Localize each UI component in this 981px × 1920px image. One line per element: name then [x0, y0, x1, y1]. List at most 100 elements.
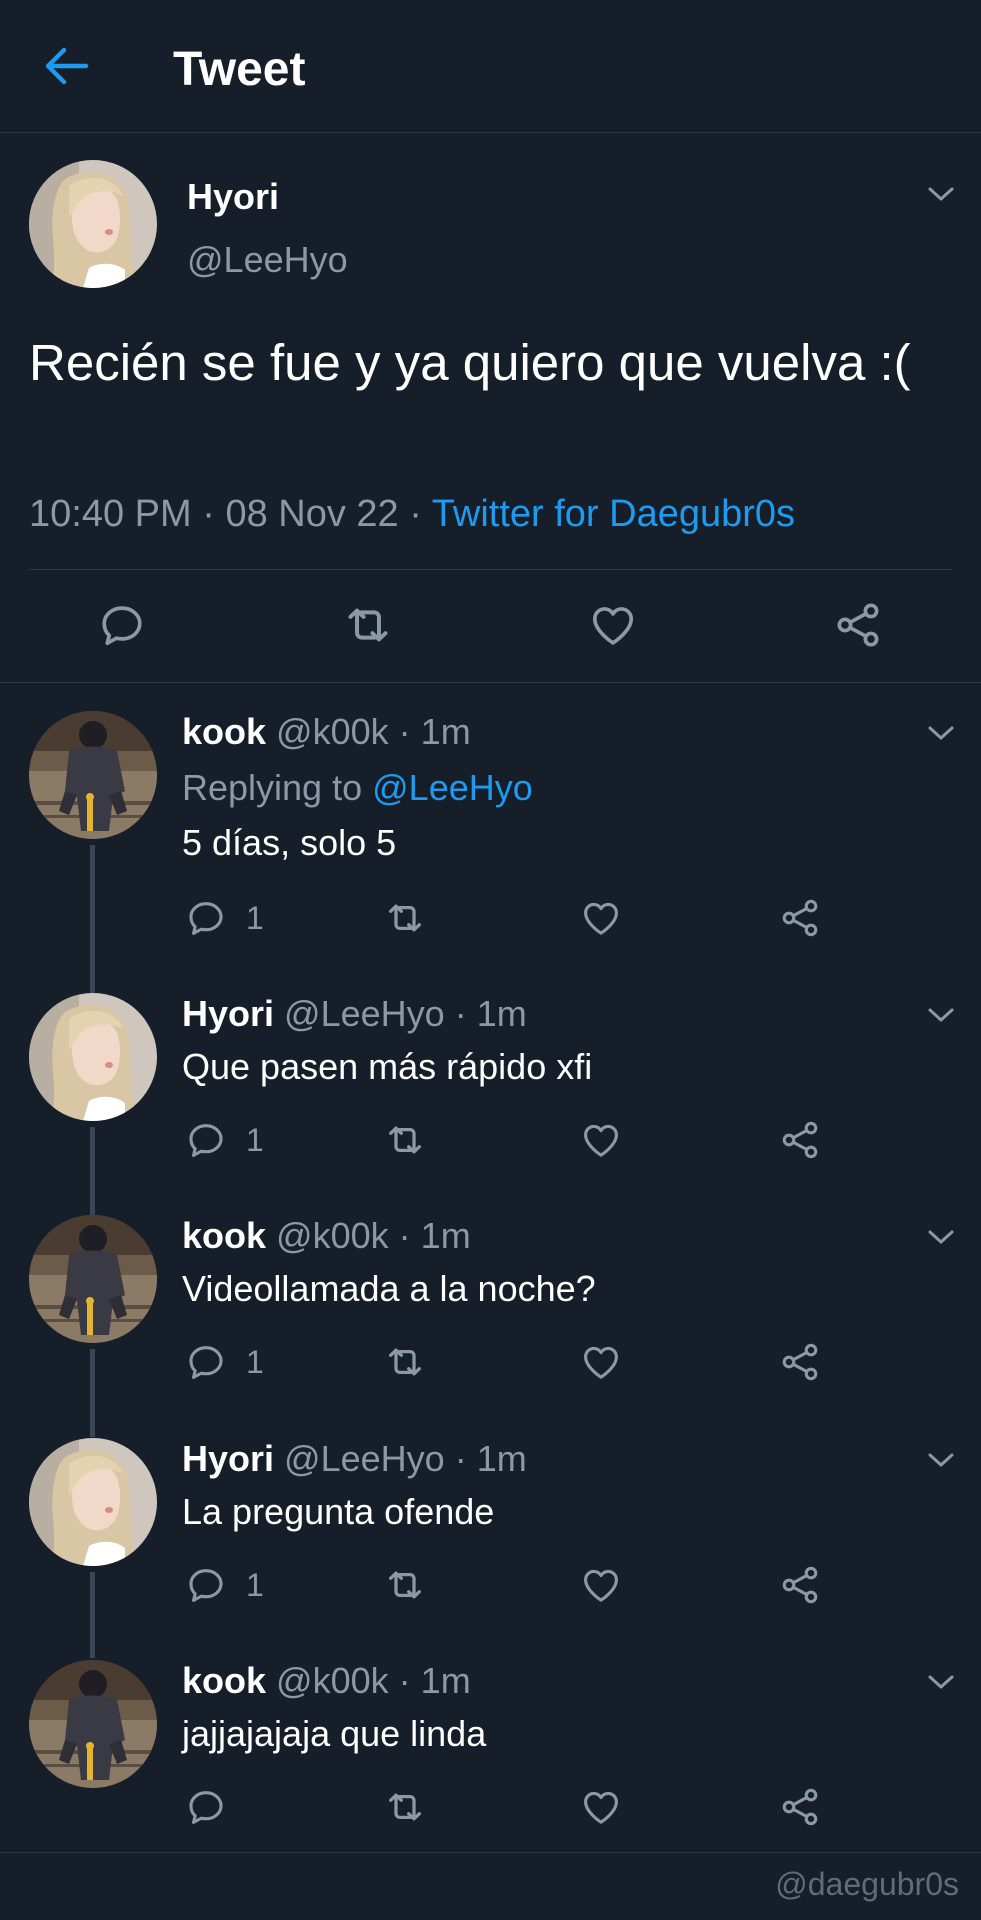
watermark: @daegubr0s: [775, 1866, 959, 1902]
reply-header: Hyori @LeeHyo · 1m: [182, 1438, 527, 1480]
divider: [0, 682, 981, 683]
reply-button[interactable]: [184, 1784, 228, 1830]
avatar[interactable]: [29, 1438, 157, 1566]
author-handle[interactable]: @k00k: [276, 1660, 389, 1701]
heart-icon: [579, 1784, 623, 1830]
reply-button[interactable]: 1: [184, 1562, 284, 1608]
avatar[interactable]: [29, 1215, 157, 1343]
share-button[interactable]: [778, 1784, 822, 1830]
back-button[interactable]: [42, 44, 90, 88]
chevron-down-icon: [926, 721, 956, 745]
share-icon: [778, 1562, 822, 1608]
like-button[interactable]: [579, 1784, 623, 1830]
share-button[interactable]: [832, 595, 884, 655]
tweet-text: Recién se fue y ya quiero que vuelva :(: [29, 334, 911, 391]
retweet-button[interactable]: [382, 1784, 428, 1830]
share-button[interactable]: [778, 1339, 822, 1385]
reply-actions: [0, 1784, 981, 1830]
avatar[interactable]: [29, 160, 157, 288]
reply-text: jajjajajaja que linda: [182, 1713, 487, 1754]
tweet-menu-button[interactable]: [926, 1670, 956, 1694]
author-handle[interactable]: @LeeHyo: [284, 1438, 445, 1479]
reply-count: 1: [246, 1344, 264, 1380]
author-handle[interactable]: @k00k: [276, 1215, 389, 1256]
chevron-down-icon: [926, 1225, 956, 1249]
reply-actions: 1: [0, 1562, 981, 1608]
share-icon: [778, 1784, 822, 1830]
like-button[interactable]: [579, 1562, 623, 1608]
retweet-icon: [382, 1784, 428, 1830]
share-button[interactable]: [778, 1562, 822, 1608]
reply-button[interactable]: 1: [184, 1117, 284, 1163]
tweet-menu-button[interactable]: [926, 1448, 956, 1472]
reply-button[interactable]: 1: [184, 895, 284, 941]
replying-to-link[interactable]: @LeeHyo: [372, 767, 533, 808]
chevron-down-icon: [926, 1448, 956, 1472]
avatar-image: [29, 711, 157, 839]
page-title: Tweet: [173, 43, 306, 96]
avatar-image: [29, 1438, 157, 1566]
reply-bubble-icon: [184, 1562, 228, 1608]
tweet-menu-button[interactable]: [926, 721, 956, 745]
meta-separator: ·: [454, 1438, 467, 1479]
reply-time: 1m: [420, 1215, 471, 1256]
meta-separator: ·: [202, 493, 215, 535]
chevron-down-icon: [926, 182, 956, 206]
reply-time: 1m: [420, 1660, 471, 1701]
reply-count: 1: [246, 1567, 264, 1603]
retweet-button[interactable]: [382, 1339, 428, 1385]
like-button[interactable]: [579, 895, 623, 941]
reply-header: kook @k00k · 1m: [182, 711, 471, 753]
author-name[interactable]: Hyori: [182, 1438, 274, 1479]
author-name[interactable]: Hyori: [187, 176, 279, 218]
tweet-menu-button[interactable]: [926, 1225, 956, 1249]
reply-button[interactable]: 1: [184, 1339, 284, 1385]
author-handle[interactable]: @LeeHyo: [187, 239, 348, 281]
reply-header: kook @k00k · 1m: [182, 1215, 471, 1257]
retweet-icon: [382, 895, 428, 941]
author-name[interactable]: kook: [182, 1660, 266, 1701]
reply-actions: 1: [0, 1117, 981, 1163]
tweet-menu-button[interactable]: [926, 182, 956, 206]
chevron-down-icon: [926, 1670, 956, 1694]
avatar-image: [29, 1215, 157, 1343]
share-icon: [778, 1117, 822, 1163]
avatar[interactable]: [29, 1660, 157, 1788]
tweet-source-link[interactable]: Twitter for Daegubr0s: [432, 493, 795, 535]
avatar[interactable]: [29, 993, 157, 1121]
reply-actions: 1: [0, 895, 981, 941]
author-name[interactable]: kook: [182, 711, 266, 752]
retweet-icon: [382, 1339, 428, 1385]
retweet-button[interactable]: [340, 595, 392, 655]
tweet-actions: [0, 595, 981, 655]
share-button[interactable]: [778, 895, 822, 941]
retweet-button[interactable]: [382, 1562, 428, 1608]
avatar[interactable]: [29, 711, 157, 839]
retweet-button[interactable]: [382, 895, 428, 941]
divider: [0, 1852, 981, 1853]
share-button[interactable]: [778, 1117, 822, 1163]
heart-icon: [579, 1339, 623, 1385]
author-handle[interactable]: @k00k: [276, 711, 389, 752]
like-button[interactable]: [579, 1117, 623, 1163]
like-button[interactable]: [587, 595, 639, 655]
author-name[interactable]: Hyori: [182, 993, 274, 1034]
reply-header: kook @k00k · 1m: [182, 1660, 471, 1702]
reply-button[interactable]: [96, 595, 148, 655]
reply-count: 1: [246, 900, 264, 936]
author-handle[interactable]: @LeeHyo: [284, 993, 445, 1034]
avatar-image: [29, 993, 157, 1121]
reply-text: La pregunta ofende: [182, 1491, 495, 1532]
reply-text: Que pasen más rápido xfi: [182, 1046, 593, 1087]
tweet-menu-button[interactable]: [926, 1003, 956, 1027]
retweet-button[interactable]: [382, 1117, 428, 1163]
reply-time: 1m: [420, 711, 471, 752]
like-button[interactable]: [579, 1339, 623, 1385]
author-name[interactable]: kook: [182, 1215, 266, 1256]
meta-separator: ·: [454, 993, 467, 1034]
heart-icon: [579, 1562, 623, 1608]
reply-header: Hyori @LeeHyo · 1m: [182, 993, 527, 1035]
meta-separator: ·: [398, 1660, 411, 1701]
avatar-image: [29, 1660, 157, 1788]
meta-separator: ·: [398, 711, 411, 752]
